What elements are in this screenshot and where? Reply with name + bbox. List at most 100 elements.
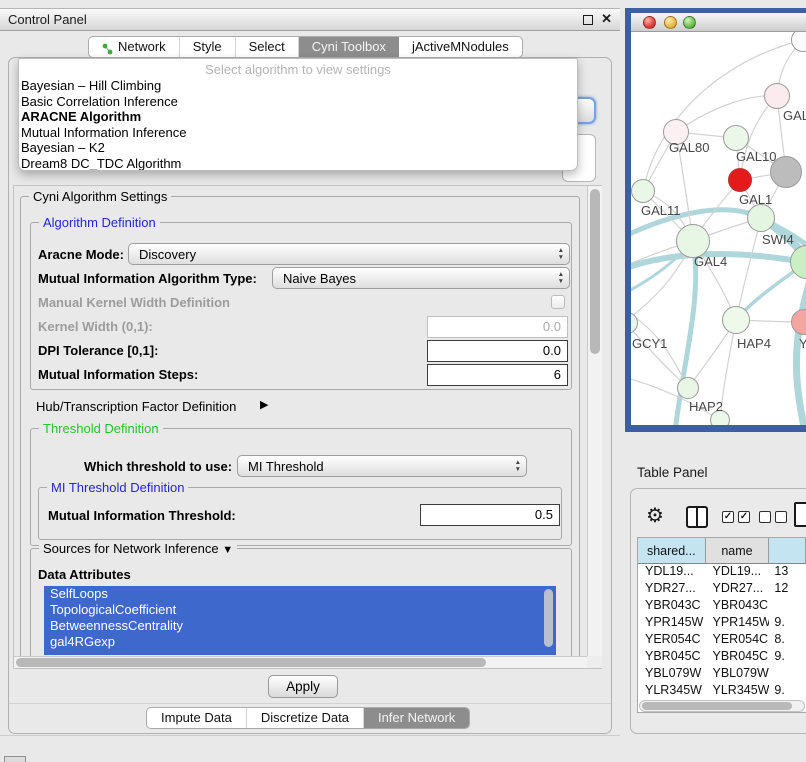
attribute-item[interactable]: TopologicalCoefficient: [44, 602, 556, 618]
table-row[interactable]: YBR043C YBR043C: [638, 598, 806, 615]
table-row[interactable]: YDL19... YDL19... 13: [638, 564, 806, 581]
algorithm-option[interactable]: Bayesian – K2: [19, 140, 577, 156]
apply-button[interactable]: Apply: [268, 675, 338, 698]
tab-cyni-toolbox-label: Cyni Toolbox: [312, 37, 386, 57]
tab-impute-data[interactable]: Impute Data: [147, 708, 247, 728]
cell: 12: [769, 581, 806, 598]
table-row[interactable]: YDR27... YDR27... 12: [638, 581, 806, 598]
node-gal-top[interactable]: [764, 83, 790, 109]
screen: Control Panel ✕ Network Style Select Cyn…: [0, 0, 806, 762]
bottom-tabbar: Impute Data Discretize Data Infer Networ…: [146, 707, 470, 729]
control-panel-bottom-divider: [0, 735, 620, 736]
node-hap2[interactable]: [677, 377, 699, 399]
table-hscrollbar-thumb[interactable]: [642, 702, 792, 710]
tab-select[interactable]: Select: [236, 37, 299, 57]
gear-icon[interactable]: ⚙: [646, 503, 664, 529]
tab-jactivemnodules[interactable]: jActiveMNodules: [399, 37, 522, 57]
tab-select-label: Select: [249, 37, 285, 57]
hide-columns-icon[interactable]: [759, 511, 787, 523]
mi-steps-label: Mutual Information Steps:: [38, 367, 198, 382]
cell: YDL19...: [638, 564, 706, 581]
cell: YPR145W: [706, 615, 770, 632]
settings-hscrollbar[interactable]: [14, 656, 587, 668]
collapsed-arrow-icon[interactable]: ▶: [260, 398, 268, 411]
control-panel-header: Control Panel ✕: [0, 8, 620, 31]
column-header-shared-name[interactable]: shared...: [638, 538, 706, 564]
which-threshold-select[interactable]: MI Threshold ▲▼: [237, 455, 527, 477]
cell: 13: [769, 564, 806, 581]
cell: [769, 666, 806, 683]
cell: YBR043C: [706, 598, 770, 615]
node-gal1[interactable]: [728, 168, 752, 192]
attributes-scrollbar[interactable]: [544, 588, 554, 651]
document-icon[interactable]: [794, 502, 806, 527]
table-row[interactable]: YLR345W YLR345W 9.: [638, 683, 806, 700]
table-row[interactable]: YBL079W YBL079W: [638, 666, 806, 683]
window-minimize-button[interactable]: [664, 16, 677, 29]
aracne-mode-select[interactable]: Discovery ▲▼: [128, 243, 570, 265]
tab-infer-network[interactable]: Infer Network: [364, 708, 469, 728]
column-layout-icon[interactable]: [686, 506, 708, 528]
cell: YBR045C: [638, 649, 706, 666]
settings-vscrollbar-thumb[interactable]: [590, 189, 600, 354]
attribute-item[interactable]: SelfLoops: [44, 586, 556, 602]
manual-kernel-checkbox[interactable]: [551, 295, 565, 309]
kernel-width-field[interactable]: 0.0: [427, 316, 568, 338]
settings-vscrollbar[interactable]: [587, 186, 602, 656]
algorithm-option[interactable]: Bayesian – Hill Climbing: [19, 78, 577, 94]
algorithm-option[interactable]: Dream8 DC_TDC Algorithm: [19, 156, 577, 172]
node-gal10[interactable]: [723, 125, 749, 151]
tab-cyni-toolbox[interactable]: Cyni Toolbox: [299, 37, 399, 57]
table-row[interactable]: YPR145W YPR145W 9.: [638, 615, 806, 632]
tab-discretize-data[interactable]: Discretize Data: [247, 708, 364, 728]
algorithm-dropdown-list: Select algorithm to view settings Bayesi…: [18, 58, 578, 171]
float-panel-icon[interactable]: [583, 15, 593, 25]
table-panel-title: Table Panel: [637, 465, 708, 480]
node-gal4[interactable]: [676, 224, 710, 258]
close-icon[interactable]: ✕: [601, 11, 612, 27]
algorithm-option[interactable]: Mutual Information Inference: [19, 125, 577, 141]
attributes-scrollbar-thumb[interactable]: [544, 589, 553, 647]
cell: YDL19...: [706, 564, 770, 581]
checked-box-icon: ✓: [738, 511, 750, 523]
table-row[interactable]: YER054C YER054C 8.: [638, 632, 806, 649]
algorithm-option-selected[interactable]: ARACNE Algorithm: [19, 109, 577, 125]
node-gal11[interactable]: [631, 179, 655, 203]
mi-type-value: Naive Bayes: [283, 271, 356, 286]
mi-steps-field[interactable]: 6: [427, 364, 568, 386]
node-hap4[interactable]: [722, 306, 750, 334]
column-header-name[interactable]: name: [706, 538, 770, 564]
window-zoom-button[interactable]: [683, 16, 696, 29]
tab-style-label: Style: [193, 37, 222, 57]
cyni-settings-legend: Cyni Algorithm Settings: [29, 189, 171, 204]
tab-network[interactable]: Network: [89, 37, 180, 57]
checked-box-icon: ✓: [722, 511, 734, 523]
column-header-clipped[interactable]: [769, 538, 806, 564]
tab-style[interactable]: Style: [180, 37, 236, 57]
table-row[interactable]: YBR045C YBR045C 9.: [638, 649, 806, 666]
table-hscrollbar[interactable]: [639, 700, 805, 712]
settings-hscrollbar-thumb[interactable]: [16, 658, 486, 667]
mi-threshold-field[interactable]: 0.5: [420, 504, 560, 526]
minimized-panel-icon[interactable]: [4, 756, 26, 762]
mi-type-select[interactable]: Naive Bayes ▲▼: [272, 267, 570, 289]
network-window-titlebar[interactable]: [631, 13, 806, 32]
node-swi4[interactable]: [747, 204, 775, 232]
data-attributes-label: Data Attributes: [38, 567, 131, 582]
attribute-item[interactable]: gal4RGexp: [44, 634, 556, 650]
algorithm-option[interactable]: Basic Correlation Inference: [19, 94, 577, 110]
algorithm-dropdown-placeholder: Select algorithm to view settings: [19, 59, 577, 78]
dpi-tolerance-field[interactable]: 0.0: [427, 340, 568, 362]
cell: YLR345W: [638, 683, 706, 700]
network-canvas[interactable]: GAL GAL80 GAL10 GAL1 GAL11 SWI4 GAL4 GCY…: [631, 32, 806, 425]
combo-stepper-icon: ▲▼: [558, 271, 564, 285]
cell: YBL079W: [706, 666, 770, 683]
dpi-tolerance-label: DPI Tolerance [0,1]:: [38, 343, 158, 358]
node-label: GAL10: [736, 149, 776, 164]
expanded-arrow-icon[interactable]: ▼: [222, 544, 233, 556]
window-close-button[interactable]: [643, 16, 656, 29]
kernel-width-label: Kernel Width (0,1):: [38, 319, 153, 334]
attribute-item[interactable]: BetweennessCentrality: [44, 618, 556, 634]
hub-definition-toggle[interactable]: Hub/Transcription Factor Definition: [36, 399, 236, 414]
show-columns-icon[interactable]: ✓ ✓: [722, 511, 750, 523]
